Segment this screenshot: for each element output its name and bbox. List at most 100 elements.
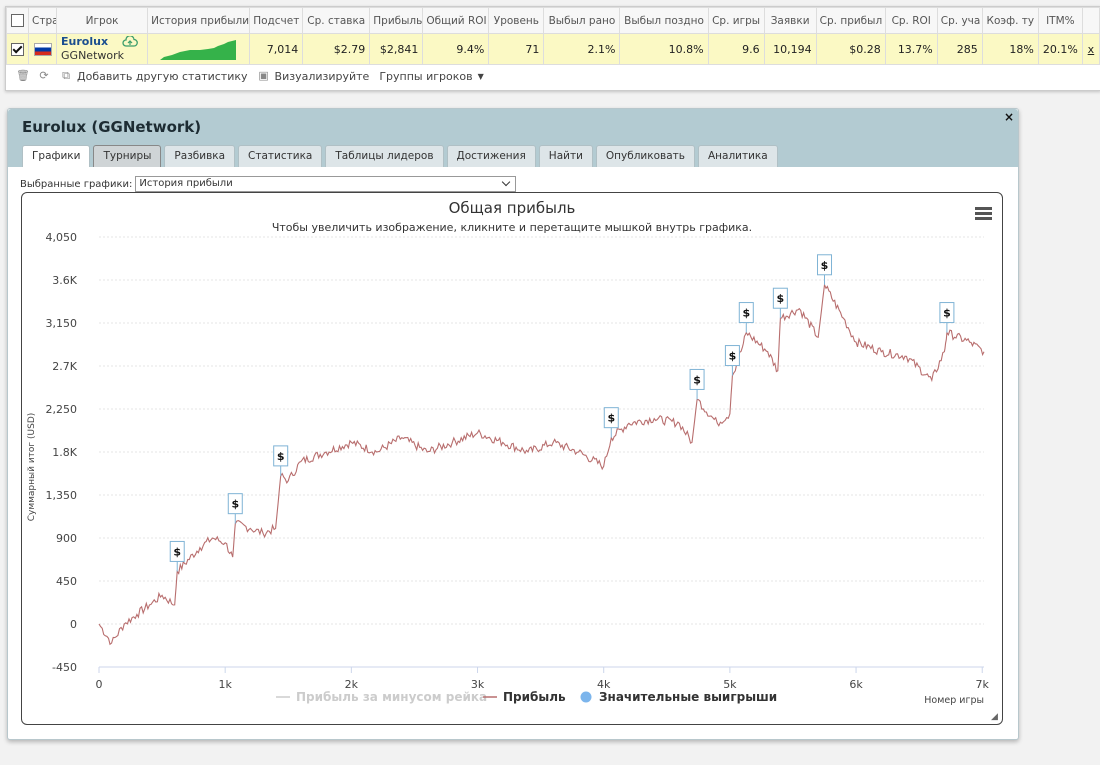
flag-cell	[28, 33, 58, 65]
x-tick-label: 7k	[976, 678, 990, 691]
cloud-sync-icon[interactable]	[121, 35, 138, 48]
y-tick-label: 4,050	[46, 231, 78, 244]
legend-item-bigwins[interactable]: Значительные выигрыши	[599, 690, 777, 704]
col-header[interactable]: Подсчет	[249, 7, 304, 34]
russia-flag-icon	[33, 42, 52, 56]
trash-icon[interactable]: 🗑	[16, 70, 30, 82]
player-name-link[interactable]: Eurolux	[61, 35, 108, 48]
y-tick-label: 2.7K	[52, 360, 77, 373]
select-all-header[interactable]	[5, 7, 30, 34]
visualize-button[interactable]: ▣ Визуализируйте	[258, 69, 370, 83]
col-header[interactable]: Ср. прибыл	[815, 7, 886, 34]
stat-cell: 7,014	[249, 33, 304, 65]
y-tick-label: 3.6K	[52, 274, 77, 287]
chart-plot[interactable]: 4,050 3.6K 3,150 2.7K 2,250 1.8K 1,350 900 450 0 -…	[22, 193, 1002, 724]
row-select-cell[interactable]	[5, 33, 30, 65]
chart-selector-row: Выбранные графики: История прибыли	[20, 176, 517, 192]
col-header-blank	[1081, 7, 1100, 34]
col-header[interactable]: Ср. ставка	[302, 7, 371, 34]
select-all-checkbox[interactable]	[11, 14, 24, 27]
tab-find[interactable]: Найти	[538, 145, 593, 167]
refresh-icon[interactable]: ⟳	[38, 70, 50, 82]
visualize-label: Визуализируйте	[274, 69, 370, 83]
close-icon[interactable]: ×	[1004, 110, 1014, 124]
stat-cell: 285	[936, 33, 983, 65]
stat-cell: $0.28	[815, 33, 886, 65]
legend-item-profit[interactable]: Прибыль	[503, 690, 566, 704]
stat-cell: $2,841	[369, 33, 424, 65]
panel-title: Eurolux (GGNetwork)	[22, 118, 202, 136]
profit-sparkline[interactable]	[150, 36, 246, 62]
col-header[interactable]: Выбыл рано	[543, 7, 621, 34]
tab-tournaments[interactable]: Турниры	[93, 145, 162, 167]
col-header[interactable]: Выбыл поздно	[619, 7, 709, 34]
y-tick-label: -450	[52, 661, 77, 674]
tab-statistics[interactable]: Статистика	[238, 145, 323, 167]
resize-grip-icon[interactable]: ◢	[991, 713, 999, 722]
col-header[interactable]: Ср. игры	[707, 7, 765, 34]
col-header[interactable]: ITM%	[1037, 7, 1083, 34]
tab-breakdown[interactable]: Разбивка	[164, 145, 236, 167]
panel-tabs: Графики Турниры Разбивка Статистика Табл…	[22, 145, 778, 167]
panel-header: Eurolux (GGNetwork) × Графики Турниры Ра…	[8, 109, 1018, 167]
y-tick-label: 1,350	[46, 489, 78, 502]
col-header[interactable]: Прибыль	[369, 7, 424, 34]
col-header[interactable]: Заявки	[763, 7, 817, 34]
big-win-flag-label: $	[729, 350, 737, 363]
player-groups-label: Группы игроков	[379, 69, 473, 83]
y-tick-label: 2,250	[46, 403, 78, 416]
table-header-row: Стра Игрок История прибыли Подсчет Ср. с…	[5, 7, 1100, 34]
add-stats-button[interactable]: ⧉ Добавить другую статистику	[60, 70, 247, 83]
remove-row-button[interactable]: x	[1081, 33, 1100, 65]
stat-cell: 9.6	[707, 33, 765, 65]
stat-cell: 13.7%	[884, 33, 938, 65]
player-panel: Eurolux (GGNetwork) × Графики Турниры Ра…	[7, 108, 1019, 740]
tab-leaderboards[interactable]: Таблицы лидеров	[325, 145, 444, 167]
stat-cell: 2.1%	[543, 33, 621, 65]
profit-chart[interactable]: Общая прибыль Чтобы увеличить изображени…	[21, 192, 1003, 725]
tab-achievements[interactable]: Достижения	[446, 145, 536, 167]
player-groups-dropdown[interactable]: Группы игроков ▼	[379, 70, 483, 83]
tab-charts[interactable]: Графики	[22, 145, 91, 167]
big-win-flag-label: $	[742, 307, 750, 320]
chart-selector-label: Выбранные графики:	[20, 178, 133, 190]
table-row: Eurolux GGNetwork 7,014 $2.79 $2,841 9.4…	[5, 33, 1100, 65]
big-win-flag-label: $	[277, 450, 285, 463]
col-header[interactable]: Игрок	[56, 7, 149, 34]
col-header[interactable]: Коэф. ту	[981, 7, 1039, 34]
stat-cell: 9.4%	[422, 33, 490, 65]
col-header[interactable]: Ср. ROI	[884, 7, 938, 34]
tab-analytics[interactable]: Аналитика	[697, 145, 778, 167]
stats-toolbar: 🗑 ⟳ ⧉ Добавить другую статистику ▣ Визуа…	[6, 65, 1100, 87]
chart-selector-dropdown[interactable]: История прибыли	[135, 176, 517, 192]
col-header[interactable]: Уровень	[488, 7, 545, 34]
big-win-flag-label: $	[777, 292, 785, 305]
big-win-flag-label: $	[231, 498, 239, 511]
legend-item-rakeless[interactable]: Прибыль за минусом рейка	[296, 690, 487, 704]
stats-table-panel: Стра Игрок История прибыли Подсчет Ср. с…	[5, 6, 1100, 91]
y-tick-label: 450	[56, 575, 77, 588]
player-network: GGNetwork	[61, 49, 125, 62]
x-tick-label: 0	[96, 678, 103, 691]
player-cell: Eurolux GGNetwork	[56, 33, 149, 65]
profit-series-line[interactable]	[98, 282, 985, 646]
stats-table: Стра Игрок История прибыли Подсчет Ср. с…	[5, 7, 1100, 65]
stat-cell: 10.8%	[619, 33, 709, 65]
col-header[interactable]: Общий ROI	[422, 7, 490, 34]
profit-history-cell[interactable]	[147, 33, 251, 65]
stat-cell: $2.79	[302, 33, 371, 65]
tab-publish[interactable]: Опубликовать	[595, 145, 695, 167]
image-icon: ▣	[258, 69, 269, 82]
col-header[interactable]: Стра	[28, 7, 58, 34]
y-tick-label: 3,150	[46, 317, 78, 330]
x-axis-label: Номер игры	[924, 695, 984, 706]
col-header[interactable]: Ср. уча	[936, 7, 983, 34]
stat-cell: 71	[488, 33, 545, 65]
stat-cell: 10,194	[763, 33, 817, 65]
row-checkbox[interactable]	[11, 42, 24, 56]
col-header[interactable]: История прибыли	[147, 7, 251, 34]
stat-cell: 20.1%	[1037, 33, 1083, 65]
caret-down-icon: ▼	[477, 71, 484, 81]
big-win-flag-label: $	[607, 412, 615, 425]
big-win-flag-label: $	[821, 259, 829, 272]
